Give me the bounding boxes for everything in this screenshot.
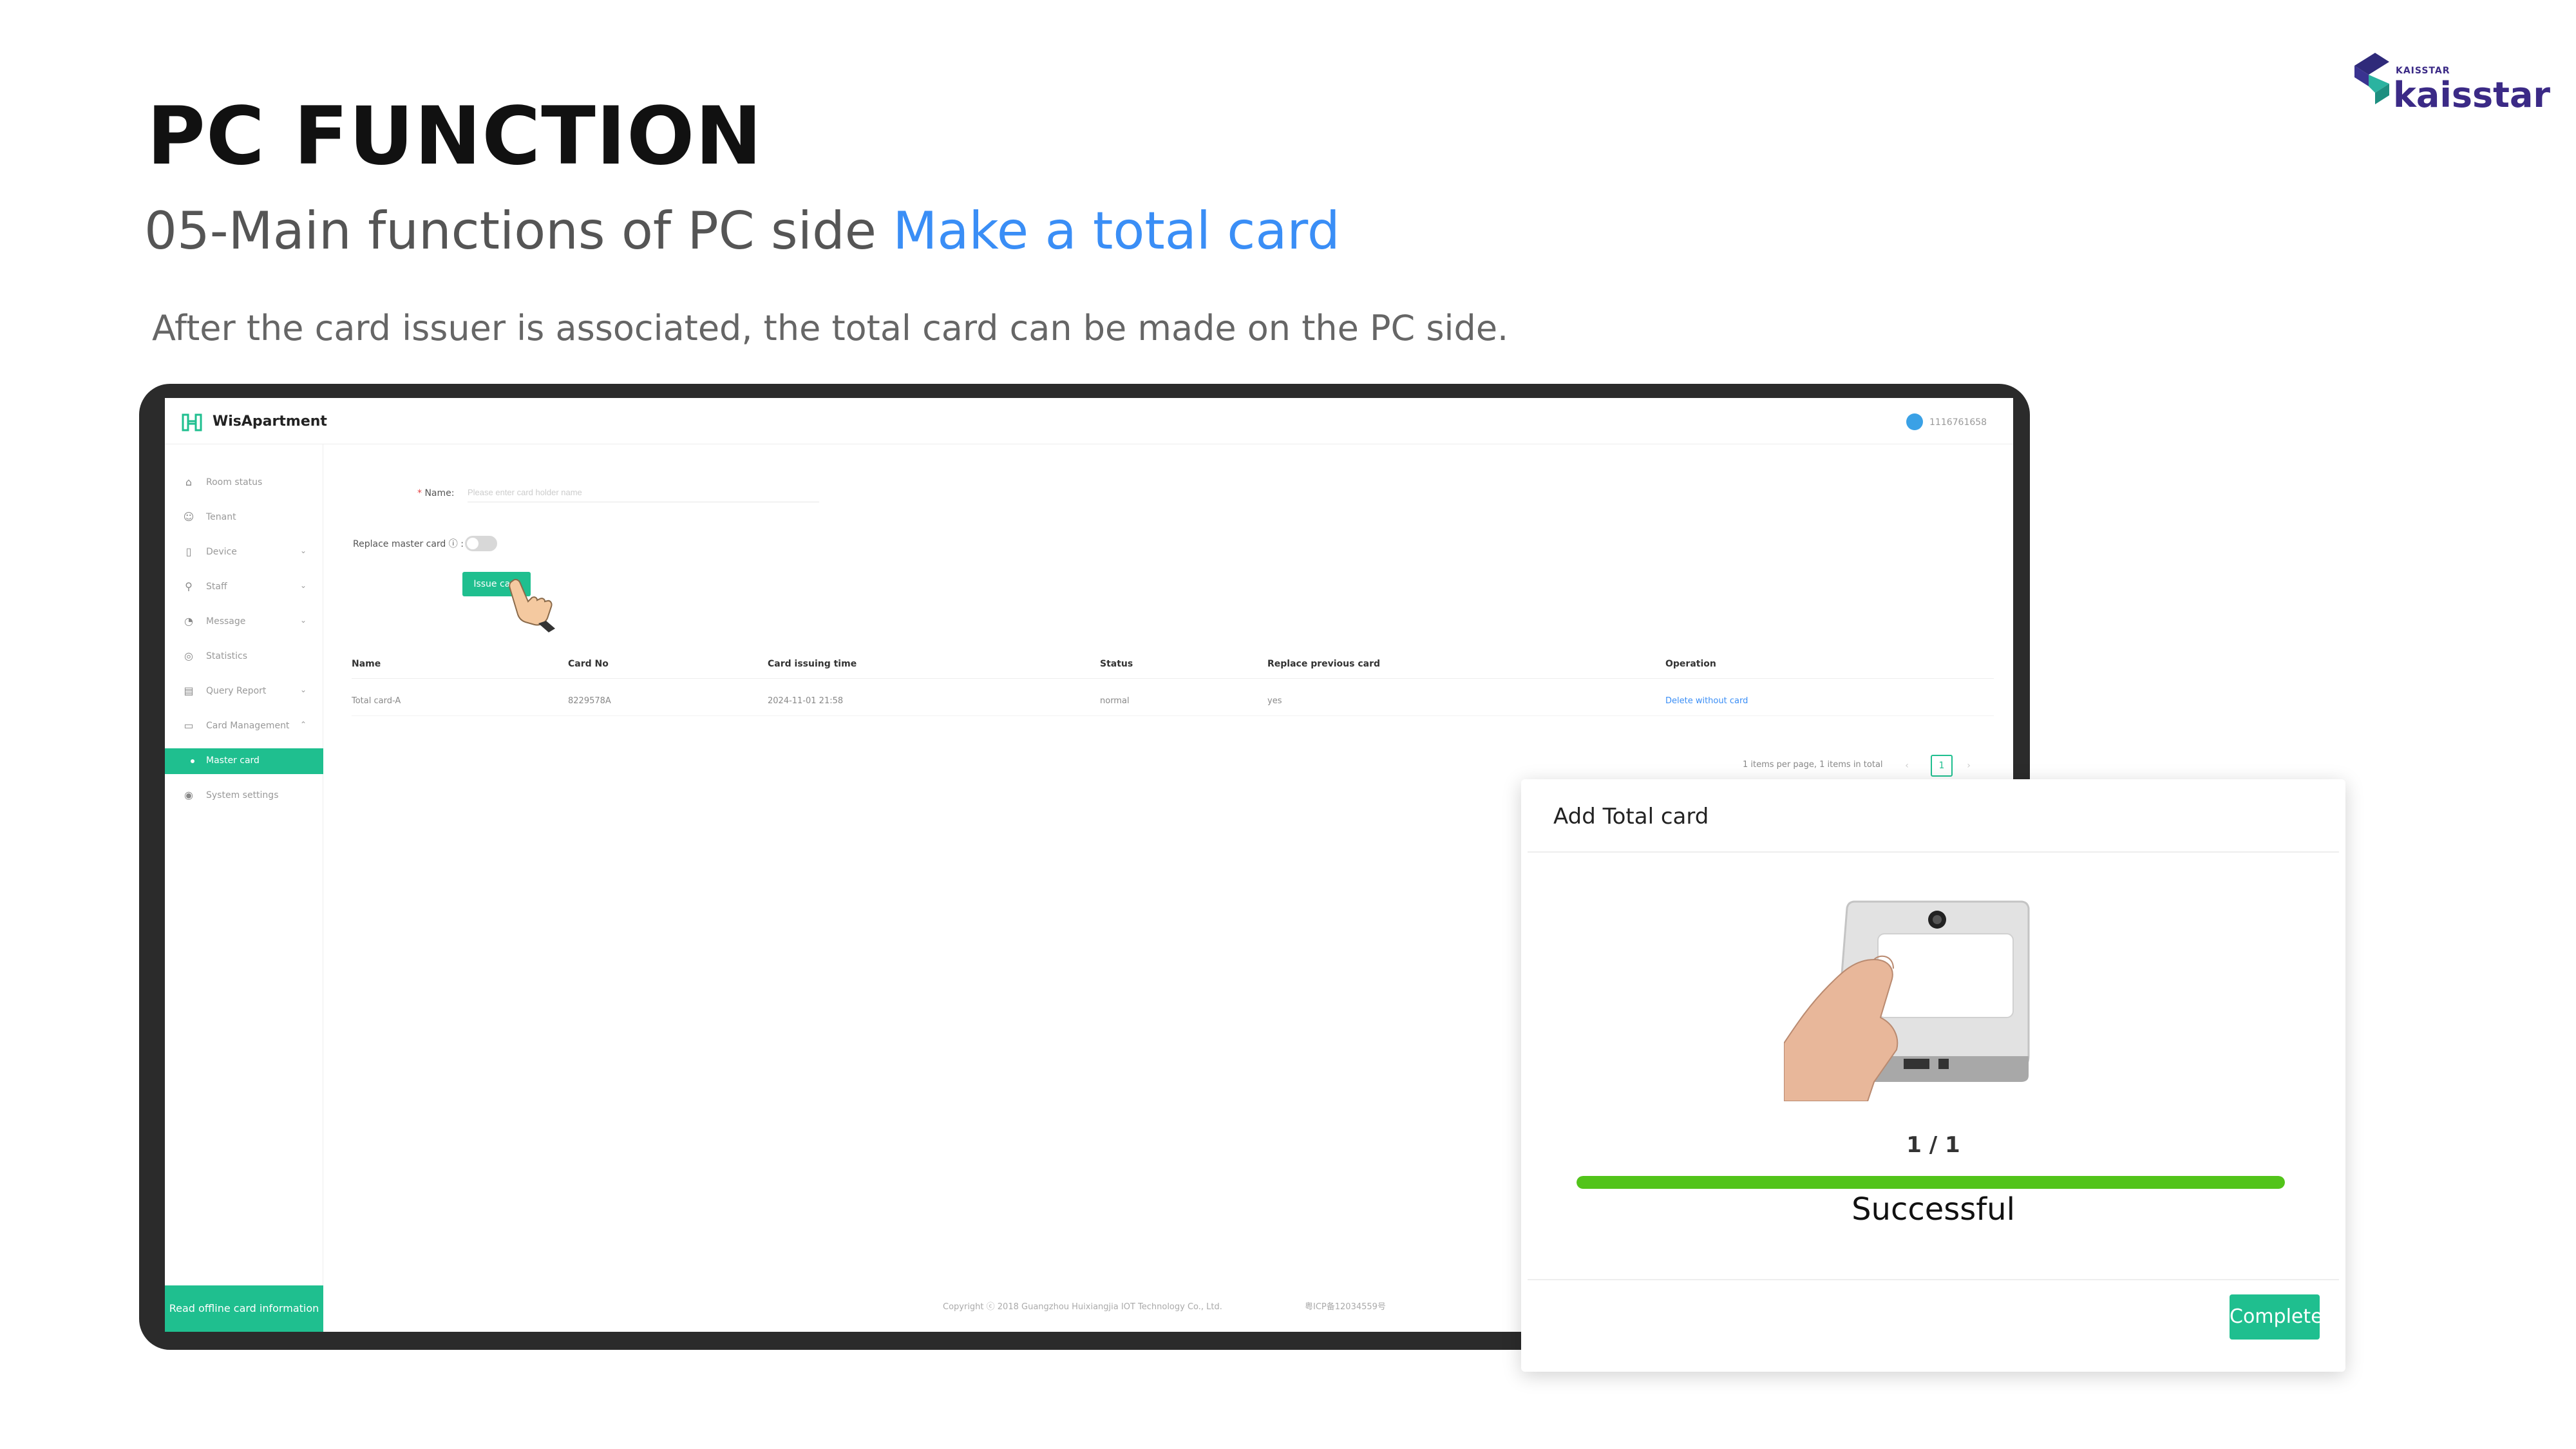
user-menu[interactable]: 1116761658: [1906, 413, 1996, 431]
sidebar-item-query-report[interactable]: ▤ Query Report ⌄: [165, 679, 323, 705]
sidebar-item-staff[interactable]: ⚲ Staff ⌄: [165, 574, 323, 600]
user-icon: ☺: [183, 511, 194, 523]
chevron-down-icon: ⌄: [300, 685, 307, 694]
card-icon: ▭: [184, 719, 194, 732]
avatar[interactable]: [1906, 413, 1923, 430]
modal-footer-divider: [1528, 1279, 2339, 1280]
name-input[interactable]: [468, 483, 819, 502]
sidebar-item-label: Card Management: [206, 721, 290, 731]
slide: PC FUNCTION 05-Main functions of PC side…: [0, 0, 2576, 1449]
footer-icp[interactable]: 粤ICP备12034559号: [1305, 1300, 1386, 1312]
sidebar: ⌂ Room status ☺ Tenant ▯ Device ⌄ ⚲ Staf…: [165, 444, 323, 1332]
column-header: Replace previous card: [1267, 659, 1381, 669]
column-header: Card issuing time: [768, 659, 857, 669]
subtitle-prefix: 05-Main functions of PC side: [144, 201, 893, 261]
table-row-divider: [352, 715, 1994, 716]
chevron-down-icon: ⌄: [300, 616, 307, 625]
sidebar-item-label: Room status: [206, 477, 263, 488]
chart-icon: ◎: [184, 650, 193, 662]
app-name: WisApartment: [213, 413, 327, 430]
toggle-knob: [467, 538, 478, 549]
cell-card-no: 8229578A: [568, 696, 611, 706]
page-description: After the card issuer is associated, the…: [152, 308, 1509, 348]
required-mark: *: [417, 488, 425, 498]
logo-text: kaisstar: [2393, 75, 2551, 115]
sidebar-item-master-card[interactable]: Master card: [165, 748, 323, 774]
footer-copyright: Copyright ⓒ 2018 Guangzhou Huixiangjia I…: [943, 1302, 1222, 1312]
sidebar-item-label: Master card: [206, 755, 260, 766]
prev-page-button[interactable]: ‹: [1899, 757, 1915, 774]
home-icon: ⌂: [185, 476, 193, 488]
status-message: Successful: [1852, 1191, 2015, 1227]
sidebar-item-label: Tenant: [206, 512, 236, 522]
name-label-text: Name: [424, 488, 451, 498]
sidebar-item-card-management[interactable]: ▭ Card Management ⌃: [165, 714, 323, 739]
table-header-divider: [352, 678, 1994, 679]
subtitle-highlight: Make a total card: [893, 201, 1340, 261]
sidebar-item-room-status[interactable]: ⌂ Room status: [165, 470, 323, 496]
pagination-summary: 1 items per page, 1 items in total: [1743, 760, 1883, 770]
bell-icon: ◔: [184, 615, 193, 627]
next-page-button[interactable]: ›: [1960, 757, 1977, 774]
delete-without-card-link[interactable]: Delete without card: [1665, 696, 1748, 706]
column-header: Operation: [1665, 659, 1716, 669]
device-icon: ▯: [185, 545, 192, 558]
cell-replace: yes: [1267, 696, 1282, 706]
chevron-up-icon: ⌃: [300, 720, 307, 729]
sidebar-item-label: Staff: [206, 582, 227, 592]
cell-issuing-time: 2024-11-01 21:58: [768, 696, 844, 706]
complete-button[interactable]: Complete: [2230, 1294, 2323, 1340]
modal-title: Add Total card: [1553, 804, 1709, 829]
active-dot-icon: [191, 759, 194, 763]
kaisstar-logo: KAISSTAR kaisstar: [2349, 46, 2550, 117]
name-field[interactable]: [468, 483, 819, 502]
report-icon: ▤: [184, 685, 194, 697]
chevron-down-icon: ⌄: [300, 581, 307, 590]
card-reader-image: [1784, 900, 2030, 1101]
replace-label-text: Replace master card: [353, 539, 446, 549]
replace-master-card-label: Replace master card ⓘ :: [353, 539, 464, 549]
kaisstar-logo-mark-icon: [2354, 53, 2389, 104]
modal-header-divider: [1528, 851, 2339, 853]
app-header: WisApartment 1116761658: [165, 398, 2013, 444]
progress-count: 1 / 1: [1906, 1132, 1960, 1158]
hand-pointer-icon: [509, 578, 555, 632]
sidebar-item-message[interactable]: ◔ Message ⌄: [165, 609, 323, 635]
chevron-down-icon: ⌄: [300, 546, 307, 555]
user-id: 1116761658: [1929, 417, 1987, 428]
page-subtitle: 05-Main functions of PC side Make a tota…: [144, 201, 1340, 261]
cell-status: normal: [1100, 696, 1130, 706]
replace-master-card-toggle[interactable]: [465, 536, 497, 551]
sidebar-item-statistics[interactable]: ◎ Statistics: [165, 644, 323, 670]
staff-icon: ⚲: [185, 580, 193, 592]
sidebar-item-tenant[interactable]: ☺ Tenant: [165, 505, 323, 531]
column-header: Name: [352, 659, 381, 669]
progress-bar-fill: [1577, 1176, 2285, 1189]
sidebar-item-label: System settings: [206, 790, 279, 800]
add-total-card-modal: Add Total card 1 / 1 Successful Complete: [1521, 779, 2345, 1372]
name-label: * Name:: [417, 488, 455, 498]
column-header: Status: [1100, 659, 1133, 669]
wisapartment-logo-icon: [182, 413, 202, 431]
sidebar-item-label: Statistics: [206, 651, 247, 661]
sidebar-item-system-settings[interactable]: ◉ System settings: [165, 783, 323, 809]
cell-name: Total card-A: [352, 696, 401, 706]
sidebar-item-device[interactable]: ▯ Device ⌄: [165, 540, 323, 565]
progress-bar: [1577, 1176, 2285, 1189]
column-header: Card No: [568, 659, 609, 669]
sidebar-item-label: Device: [206, 547, 237, 557]
page-title: PC FUNCTION: [147, 90, 763, 183]
sidebar-item-label: Query Report: [206, 686, 267, 696]
settings-icon: ◉: [184, 789, 193, 801]
read-offline-card-button[interactable]: Read offline card information: [165, 1285, 323, 1332]
sidebar-item-label: Message: [206, 616, 246, 627]
page-1-button[interactable]: 1: [1931, 755, 1953, 777]
